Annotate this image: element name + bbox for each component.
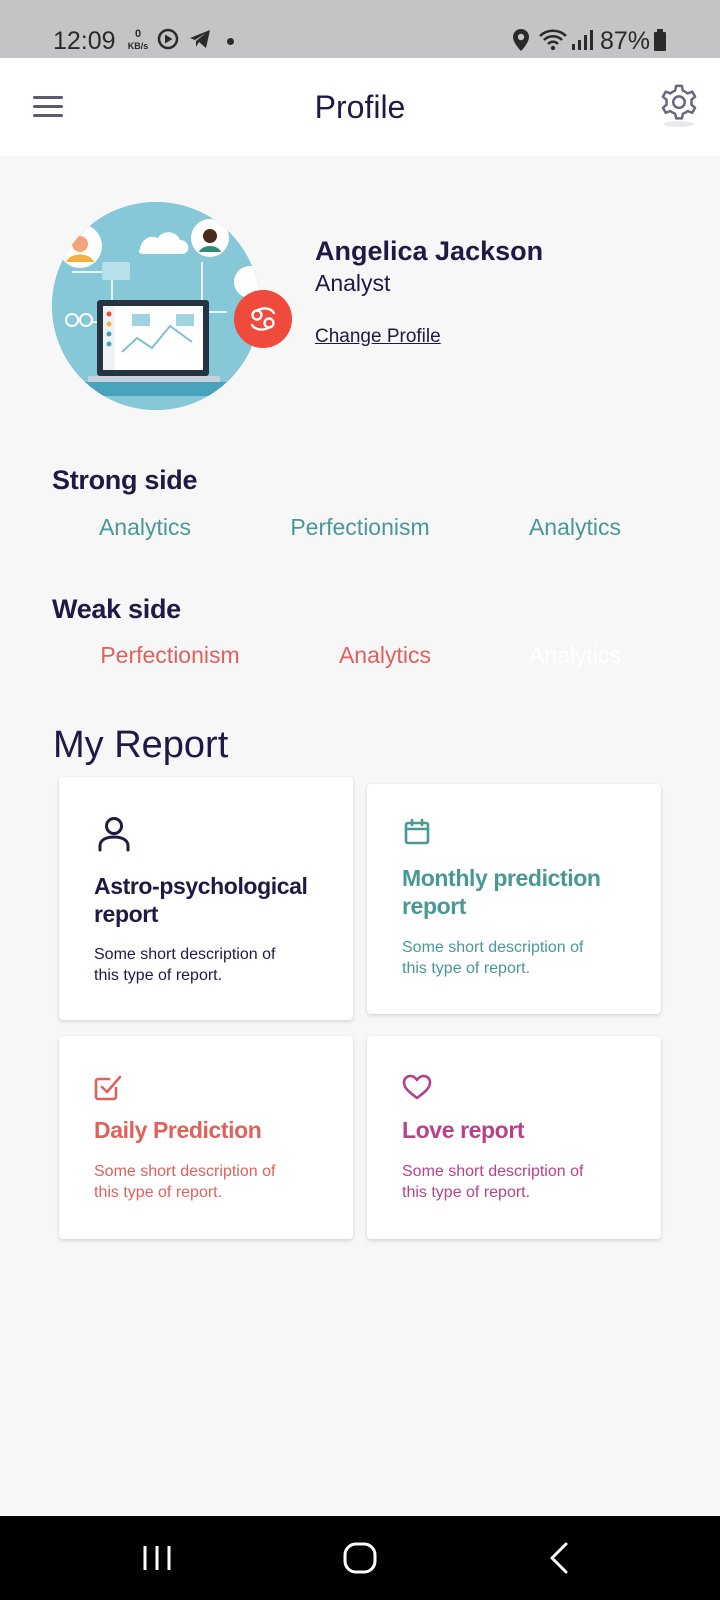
report-card-daily[interactable]: Daily Prediction Some short description …	[59, 1036, 353, 1239]
person-icon	[98, 817, 130, 852]
user-name: Angelica Jackson	[315, 236, 544, 266]
heart-icon	[402, 1074, 432, 1100]
telegram-icon	[190, 30, 210, 48]
gear-icon[interactable]	[656, 81, 702, 129]
my-report-heading: My Report	[53, 724, 229, 766]
battery-percent: 87%	[600, 27, 651, 55]
home-icon[interactable]	[340, 1538, 380, 1578]
checkbox-icon	[94, 1075, 122, 1101]
system-nav-bar	[0, 1516, 720, 1600]
report-card-astro[interactable]: Astro-psychological report Some short de…	[59, 777, 353, 1020]
report-card-title: Love report	[402, 1117, 525, 1143]
status-bar: 12:09 0 KB/s 87%	[0, 0, 720, 58]
media-play-icon	[157, 28, 179, 50]
network-speed: 0 KB/s	[125, 28, 151, 52]
report-card-description: Some short description of this type of r…	[94, 946, 276, 984]
status-time: 12:09	[53, 27, 116, 55]
report-card-title: Astro-psychological report	[94, 873, 308, 927]
calendar-icon	[404, 818, 430, 845]
battery-icon	[654, 29, 666, 51]
network-speed-value: 0	[134, 28, 142, 40]
weak-trait: Analytics	[338, 642, 432, 668]
notification-dot	[227, 38, 234, 45]
strong-side-heading: Strong side	[52, 465, 198, 495]
report-card-monthly[interactable]: Monthly prediction report Some short des…	[367, 784, 661, 1014]
strong-trait: Perfectionism	[290, 514, 430, 540]
signal-icon	[572, 30, 593, 50]
strong-trait: Analytics	[98, 514, 192, 540]
change-profile-link[interactable]: Change Profile	[315, 325, 441, 349]
location-icon	[513, 29, 529, 51]
avatar-illustration	[52, 202, 260, 410]
report-card-description: Some short description of this type of r…	[402, 1163, 584, 1201]
weak-side-heading: Weak side	[52, 594, 181, 624]
report-card-love[interactable]: Love report Some short description of th…	[367, 1036, 661, 1239]
wifi-icon	[539, 29, 567, 51]
weak-trait: Analytics	[528, 642, 622, 668]
user-role: Analyst	[315, 270, 391, 296]
report-card-title: Monthly prediction report	[402, 865, 601, 919]
report-card-description: Some short description of this type of r…	[402, 939, 584, 977]
report-card-description: Some short description of this type of r…	[94, 1163, 276, 1201]
report-card-title: Daily Prediction	[94, 1117, 262, 1143]
app-bar: Profile	[0, 58, 720, 156]
page-title: Profile	[314, 89, 406, 125]
recent-apps-icon[interactable]	[137, 1538, 177, 1578]
back-icon[interactable]	[540, 1538, 580, 1578]
strong-trait: Analytics	[528, 514, 622, 540]
weak-trait: Perfectionism	[100, 642, 240, 668]
cancer-zodiac-icon	[234, 290, 292, 348]
network-speed-unit: KB/s	[127, 41, 149, 51]
avatar	[52, 202, 260, 410]
